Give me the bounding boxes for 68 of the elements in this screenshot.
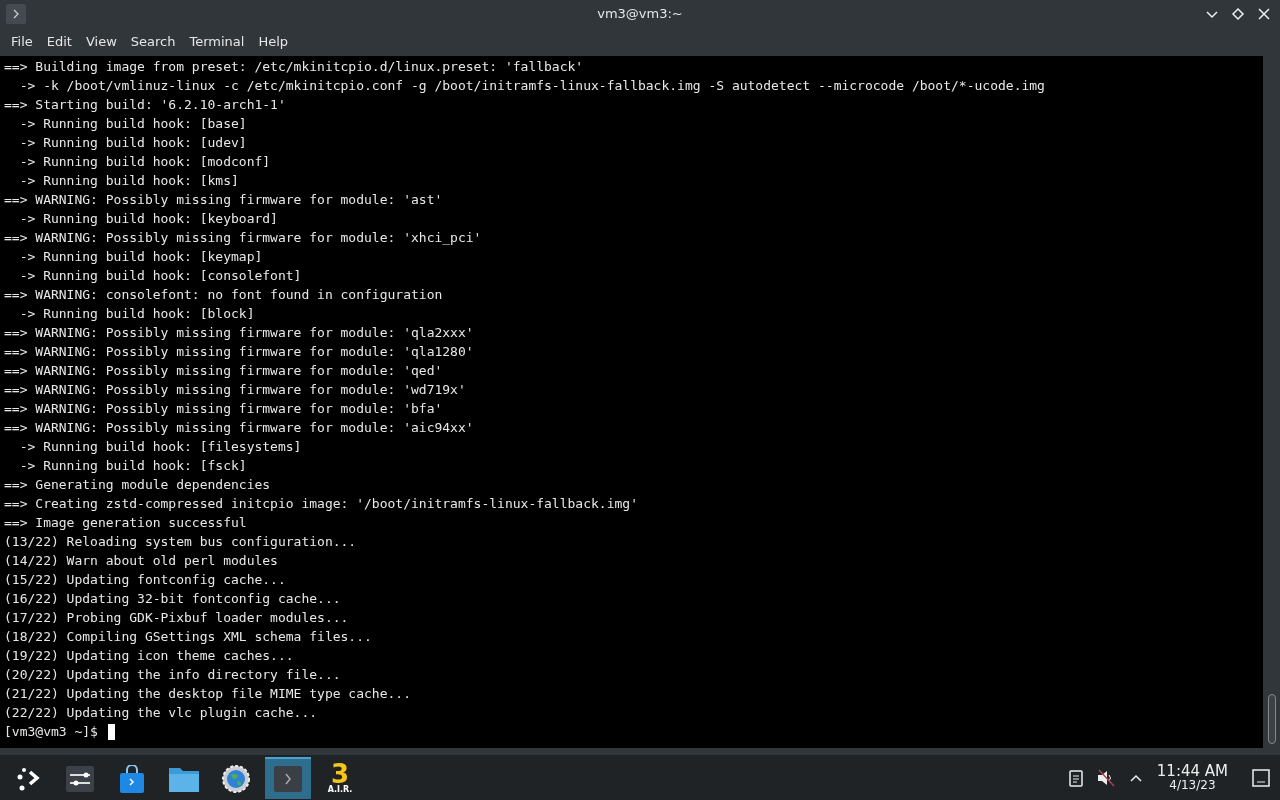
terminal-line: (20/22) Updating the info directory file... [4, 666, 341, 684]
close-button[interactable] [1256, 6, 1272, 22]
taskbar-app[interactable] [265, 756, 311, 799]
logo-text: A.I.R. [327, 785, 353, 794]
menu-item[interactable]: View [78, 32, 124, 52]
menu-item[interactable]: Edit [39, 32, 79, 52]
taskbar-app[interactable]: 3 A.I.R. [317, 756, 363, 799]
terminal-line: ==> Creating zstd-compressed initcpio image: '/boot/initramfs-linux-fallback.img' [4, 495, 638, 513]
globe-gear-icon [222, 764, 250, 793]
close-icon [1257, 7, 1271, 21]
terminal-line: ==> WARNING: Possibly missing firmware for module: 'qla2xxx' [4, 324, 474, 342]
terminal-line: ==> Generating module dependencies [4, 476, 271, 494]
terminal-line: (13/22) Reloading system bus configuration... [4, 533, 357, 551]
shell-prompt: [vm3@vm3 ~]$ [4, 723, 98, 741]
terminal-line: ==> WARNING: Possibly missing firmware for module: 'qla1280' [4, 343, 474, 361]
terminal-line: ==> Building image from preset: /etc/mkinitcpio.d/linux.preset: 'fallback' [4, 58, 584, 76]
terminal-line: ==> Image generation successful [4, 514, 247, 532]
terminal-line: ==> WARNING: consolefont: no font found in configuration [4, 286, 443, 304]
terminal-line: (22/22) Updating the vlc plugin cache... [4, 704, 318, 722]
terminal-line: ==> WARNING: Possibly missing firmware for module: 'xhci_pci' [4, 229, 482, 247]
folder-icon [169, 765, 199, 792]
terminal-line: -> Running build hook: [udev] [18, 134, 247, 152]
terminal-line: (21/22) Updating the desktop file MIME type cache... [4, 685, 411, 703]
logo-number: 3 [330, 763, 350, 785]
scrollbar-thumb[interactable] [1267, 694, 1276, 744]
clock[interactable]: 11:44 AM 4/13/23 [1156, 764, 1228, 791]
chevron-up-icon[interactable] [1128, 772, 1143, 783]
terminal-line: -> Running build hook: [keymap] [18, 248, 263, 266]
maximize-button[interactable] [1230, 6, 1246, 22]
menu-item[interactable]: Help [251, 32, 296, 52]
terminal-line: ==> WARNING: Possibly missing firmware for module: 'aic94xx' [4, 419, 474, 437]
terminal-line: ==> WARNING: Possibly missing firmware for module: 'bfa' [4, 400, 443, 418]
terminal-line: -> Running build hook: [consolefont] [18, 267, 302, 285]
muted-speaker-icon[interactable] [1096, 768, 1115, 787]
terminal-line: (16/22) Updating 32-bit fontconfig cache... [4, 590, 341, 608]
terminal-line: ==> WARNING: Possibly missing firmware for module: 'ast' [4, 191, 443, 209]
terminal-icon [274, 765, 302, 792]
terminal-line: -> Running build hook: [kms] [18, 172, 239, 190]
terminal-icon [6, 4, 26, 24]
terminal-line: -> Running build hook: [base] [18, 115, 247, 133]
terminal-area[interactable] [0, 56, 1263, 748]
launcher-icon [15, 765, 41, 792]
sliders-icon [66, 765, 94, 792]
clipboard-icon[interactable] [1068, 768, 1083, 787]
terminal-line: (15/22) Updating fontconfig cache... [4, 571, 286, 589]
terminal-line: (19/22) Updating icon theme caches... [4, 647, 294, 665]
terminal-line: -> Running build hook: [filesystems] [18, 438, 302, 456]
terminal-line: ==> Starting build: '6.2.10-arch1-1' [4, 96, 286, 114]
terminal-line: (18/22) Compiling GSettings XML schema files... [4, 628, 372, 646]
terminal-line: (17/22) Probing GDK-Pixbuf loader modules... [4, 609, 349, 627]
terminal-line: (14/22) Warn about old perl modules [4, 552, 278, 570]
terminal-line: ==> WARNING: Possibly missing firmware for module: 'qed' [4, 362, 443, 380]
terminal-line: -> Running build hook: [modconf] [18, 153, 271, 171]
clock-time: 11:44 AM [1156, 764, 1228, 779]
terminal-line: -> Running build hook: [keyboard] [18, 210, 278, 228]
window-title: vm3@vm3:~ [597, 5, 683, 24]
menu-item[interactable]: Search [123, 32, 183, 52]
terminal-line: -> -k /boot/vmlinuz-linux -c /etc/mkinitcpio.conf -g /boot/initramfs-linux-fallback.img -S autodetect --microcode /boot/*-ucode.img [18, 77, 1045, 95]
clock-date: 4/13/23 [1169, 779, 1216, 791]
show-desktop-icon[interactable] [1252, 768, 1270, 787]
text-cursor [107, 723, 115, 740]
menu-item[interactable]: File [4, 32, 40, 52]
shopping-bag-icon [119, 764, 145, 793]
terminal-line: -> Running build hook: [fsck] [18, 457, 247, 475]
diamond-icon [1231, 7, 1245, 21]
terminal-line: ==> WARNING: Possibly missing firmware for module: 'wd719x' [4, 381, 466, 399]
menu-item[interactable]: Terminal [182, 32, 252, 52]
terminal-line: -> Running build hook: [block] [18, 305, 255, 323]
